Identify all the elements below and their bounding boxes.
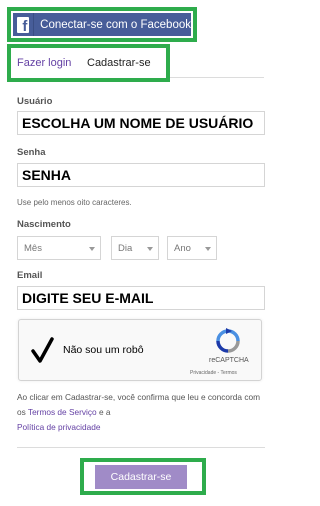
tab-signup[interactable]: Cadastrar-se — [87, 57, 151, 69]
facebook-connect-button[interactable]: f Conectar-se com o Facebook — [13, 13, 191, 36]
facebook-icon: f — [17, 16, 30, 34]
facebook-connect-label: Conectar-se com o Facebook — [40, 18, 191, 31]
username-label: Usuário — [17, 96, 53, 107]
password-input[interactable]: SENHA — [17, 163, 265, 187]
birth-label: Nascimento — [17, 219, 71, 230]
privacy-policy-link[interactable]: Política de privacidade — [17, 422, 100, 432]
recaptcha-label: Não sou um robô — [63, 344, 144, 356]
chevron-down-icon — [89, 247, 95, 251]
recaptcha-links: Privacidade - Termos — [190, 370, 237, 376]
birth-day-value: Dia — [118, 242, 133, 254]
signup-submit-button[interactable]: Cadastrar-se — [95, 465, 187, 489]
recaptcha-privacy-link[interactable]: Privacidade — [190, 370, 216, 376]
email-input[interactable]: DIGITE SEU E-MAIL — [17, 286, 265, 310]
birth-year-value: Ano — [174, 242, 191, 254]
username-input[interactable]: ESCOLHA UM NOME DE USUÁRIO — [17, 111, 265, 135]
terms-middle: e a — [96, 407, 111, 417]
chevron-down-icon — [205, 247, 211, 251]
birth-year-select[interactable]: Ano — [167, 236, 217, 260]
terms-notice: Ao clicar em Cadastrar-se, você confirma… — [17, 390, 267, 435]
recaptcha-brand: reCAPTCHA — [209, 357, 249, 364]
birth-month-value: Mês — [24, 242, 42, 254]
password-label: Senha — [17, 147, 46, 158]
recaptcha-widget: Não sou um robô reCAPTCHA Privacidade - … — [18, 319, 262, 381]
chevron-down-icon — [147, 247, 153, 251]
terms-of-service-link[interactable]: Termos de Serviço — [28, 407, 97, 417]
birth-day-select[interactable]: Dia — [111, 236, 159, 260]
checkmark-icon[interactable] — [31, 337, 55, 363]
button-divider — [33, 13, 35, 36]
recaptcha-logo-icon — [216, 328, 240, 353]
tabs-divider — [170, 77, 264, 78]
tab-login[interactable]: Fazer login — [17, 57, 71, 69]
email-label: Email — [17, 270, 43, 281]
password-hint: Use pelo menos oito caracteres. — [17, 198, 132, 207]
birth-month-select[interactable]: Mês — [17, 236, 101, 260]
recaptcha-terms-link[interactable]: Termos — [221, 370, 237, 376]
form-divider — [17, 447, 265, 448]
